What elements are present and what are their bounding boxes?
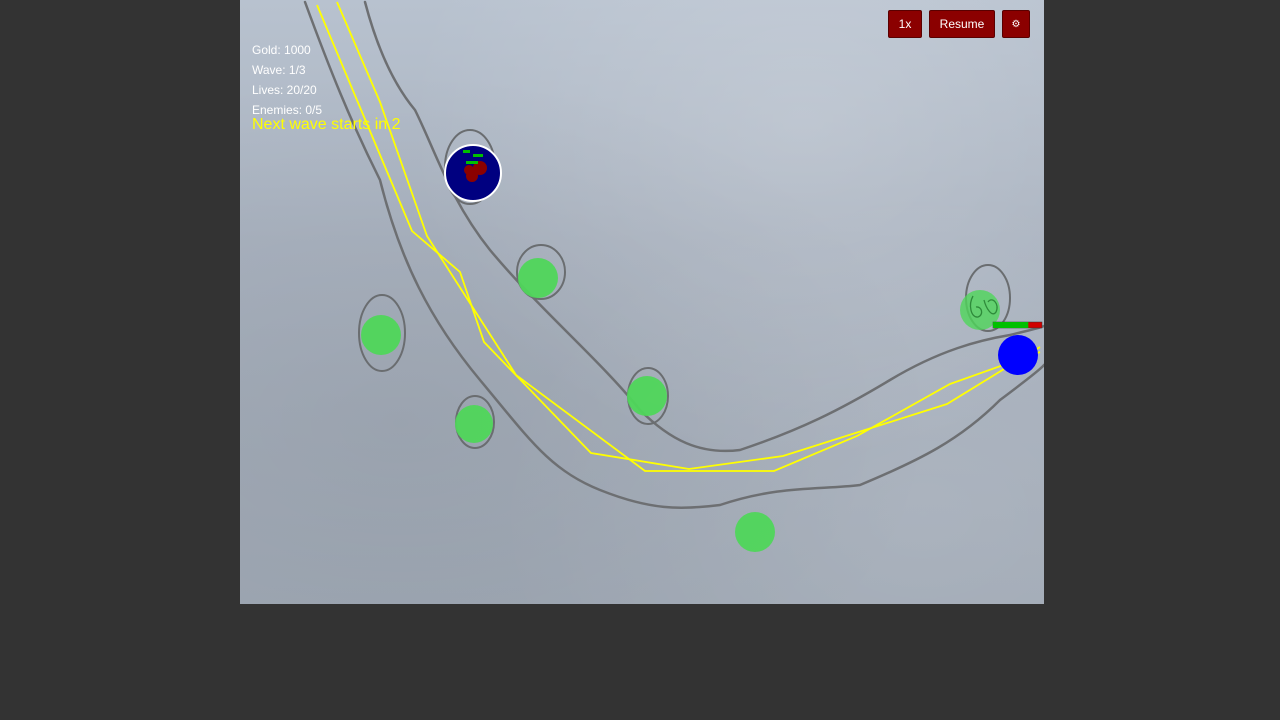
tower-level-bar bbox=[473, 154, 483, 157]
speed-button[interactable]: 1x bbox=[888, 10, 922, 38]
tower-spot[interactable] bbox=[361, 315, 401, 355]
resume-button[interactable]: Resume bbox=[929, 10, 995, 38]
enemy-unit bbox=[998, 335, 1038, 375]
tower-level-bar bbox=[463, 150, 470, 153]
wave-counter: Wave: 1/3 bbox=[252, 63, 306, 77]
gold-counter: Gold: 1000 bbox=[252, 43, 311, 57]
game-controls: 1x Resume ⚙ bbox=[888, 10, 1030, 38]
hud-stats: Gold: 1000 Wave: 1/3 Lives: 20/20 Enemie… bbox=[252, 40, 322, 120]
game-map[interactable] bbox=[240, 0, 1044, 604]
enemy-path-2 bbox=[336, 1, 1041, 472]
tower-spot[interactable] bbox=[735, 512, 775, 552]
settings-button[interactable]: ⚙ bbox=[1002, 10, 1030, 38]
tower[interactable] bbox=[444, 144, 502, 202]
tower-spot[interactable] bbox=[518, 258, 558, 298]
tower-cannon bbox=[464, 165, 474, 175]
enemy-health-bar-fill bbox=[993, 322, 1029, 328]
tower-spot[interactable] bbox=[627, 376, 667, 416]
wave-countdown: Next wave starts in 2 bbox=[252, 116, 401, 133]
tower-spot[interactable] bbox=[455, 405, 493, 443]
enemy-path-1 bbox=[316, 4, 1041, 470]
lives-counter: Lives: 20/20 bbox=[252, 83, 317, 97]
gear-icon: ⚙ bbox=[1011, 18, 1021, 30]
game-canvas[interactable]: Gold: 1000 Wave: 1/3 Lives: 20/20 Enemie… bbox=[240, 0, 1044, 604]
track-outer-border bbox=[303, 0, 1044, 510]
tower-level-bar bbox=[466, 161, 478, 164]
track-inner-border bbox=[363, 0, 1044, 453]
